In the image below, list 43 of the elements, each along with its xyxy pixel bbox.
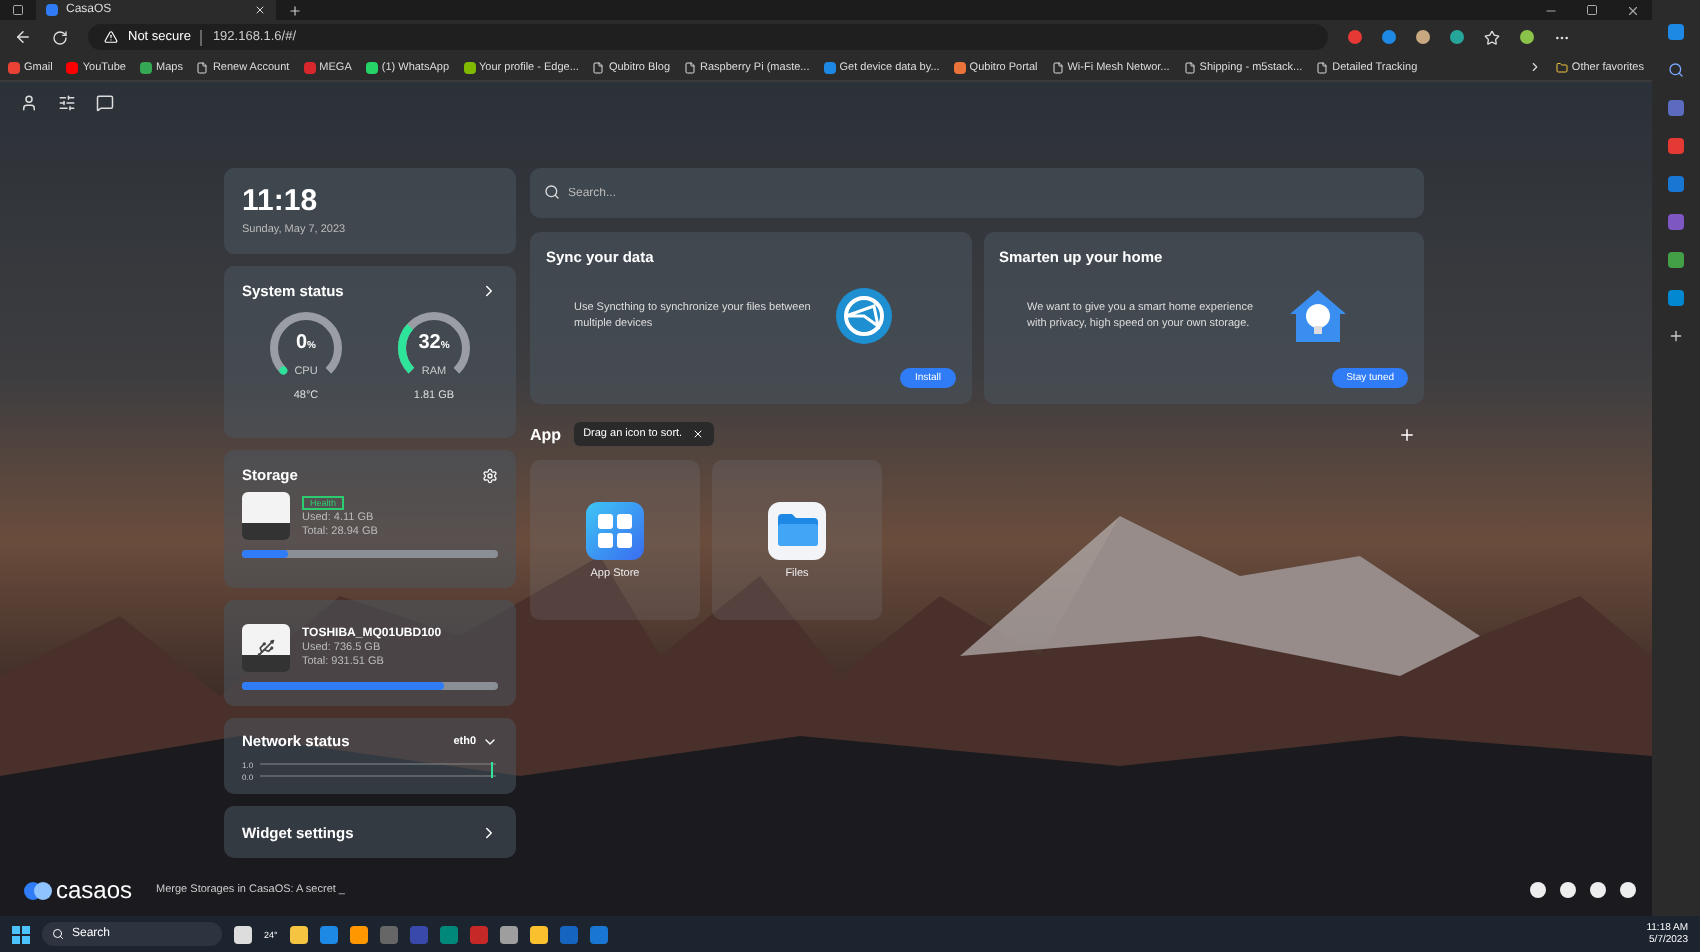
page-icon	[1183, 61, 1196, 73]
reload-icon[interactable]	[52, 29, 68, 45]
sidebar-app-icon[interactable]	[1668, 290, 1684, 306]
folder-icon[interactable]	[768, 501, 826, 559]
section-title: App	[530, 425, 562, 443]
chevron-right-icon[interactable]	[480, 823, 498, 841]
page-icon	[592, 61, 605, 73]
settings-sliders-icon[interactable]	[58, 94, 76, 112]
search-icon[interactable]	[1668, 62, 1684, 78]
sync-logo-icon	[834, 286, 894, 346]
add-icon[interactable]	[1398, 425, 1416, 443]
smart-home-icon	[1287, 286, 1347, 346]
maximize-icon[interactable]	[1586, 3, 1598, 15]
tab-actions-icon[interactable]	[12, 4, 24, 16]
close-icon[interactable]	[1626, 3, 1640, 17]
settings-icon[interactable]	[482, 467, 498, 483]
casaos-logo: casaos	[24, 876, 133, 904]
clock-time: 11:18	[242, 184, 320, 218]
page-icon	[196, 61, 209, 73]
search-icon	[52, 928, 64, 940]
search-icon	[544, 184, 560, 200]
add-icon[interactable]	[1668, 328, 1684, 344]
taskbar-app-icon[interactable]	[234, 925, 252, 943]
page-icon	[1316, 61, 1329, 73]
sidebar-app-icon[interactable]	[1668, 138, 1684, 154]
page-icon	[1051, 61, 1064, 73]
warning-icon	[104, 30, 118, 44]
back-icon[interactable]	[14, 28, 32, 46]
more-bookmarks-icon[interactable]	[1527, 60, 1542, 74]
app-store-icon[interactable]	[586, 501, 644, 559]
sidebar-app-icon[interactable]	[1668, 252, 1684, 268]
chevron-right-icon[interactable]	[480, 282, 498, 300]
casaos-favicon-icon	[46, 4, 58, 16]
usb-symbol-icon	[256, 638, 276, 658]
page-icon	[684, 61, 697, 73]
folder-icon	[1555, 61, 1568, 73]
user-icon[interactable]	[20, 94, 38, 112]
sidebar-app-icon[interactable]	[1668, 24, 1684, 40]
start-icon[interactable]	[12, 925, 30, 943]
favorites-icon[interactable]	[1484, 29, 1500, 45]
message-icon[interactable]	[96, 94, 114, 112]
new-tab-icon[interactable]	[288, 3, 302, 17]
hard-drive-icon	[242, 492, 290, 540]
